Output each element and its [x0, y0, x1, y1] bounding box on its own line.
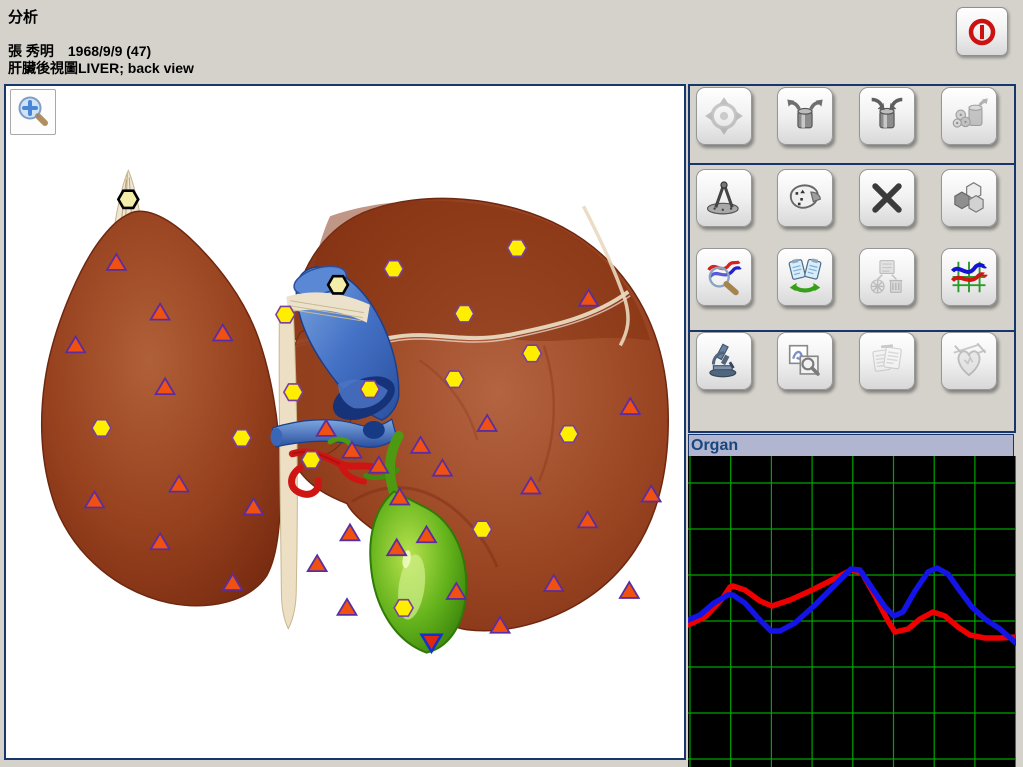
- crosshair-rotate-icon: [704, 96, 744, 136]
- container-pour-out-icon: [785, 96, 825, 136]
- triangle-marker[interactable]: [341, 524, 360, 540]
- organ-view-label: 肝臟後視圖LIVER; back view: [8, 58, 194, 78]
- container-pour-in-icon: [867, 96, 907, 136]
- organ-panel-label: Organ: [691, 437, 738, 454]
- marker-layer: [6, 86, 684, 758]
- delete-x-icon: [867, 178, 907, 218]
- analyze-waves-magnifier-icon: [704, 257, 744, 297]
- triangle-marker[interactable]: [107, 254, 126, 270]
- triangle-marker[interactable]: [578, 511, 597, 527]
- triangle-marker[interactable]: [66, 337, 85, 353]
- triangle-marker[interactable]: [579, 290, 598, 306]
- hexagon-markers-icon: [949, 178, 989, 218]
- hexagon-marker[interactable]: [473, 521, 492, 537]
- triangle-marker[interactable]: [621, 398, 640, 414]
- wave-grid-chart-icon: [949, 257, 989, 297]
- close-button[interactable]: [956, 7, 1008, 56]
- hexagon-marker[interactable]: [276, 306, 295, 322]
- triangle-marker[interactable]: [544, 575, 563, 591]
- hexagon-marker[interactable]: [232, 430, 251, 446]
- triangle-marker[interactable]: [433, 460, 452, 476]
- triangle-marker[interactable]: [85, 492, 104, 508]
- triangle-marker[interactable]: [642, 486, 661, 502]
- hexagon-marker-selected[interactable]: [328, 276, 348, 293]
- tool-button-clipboard-recycle[interactable]: [859, 248, 915, 306]
- triangle-marker[interactable]: [244, 499, 263, 515]
- hexagon-marker[interactable]: [394, 600, 413, 616]
- triangle-marker[interactable]: [411, 437, 430, 453]
- tool-button-microscope[interactable]: [696, 332, 752, 390]
- tool-button-crosshair-rotate[interactable]: [696, 87, 752, 145]
- tool-button-notes[interactable]: [859, 332, 915, 390]
- triangle-down-marker[interactable]: [422, 635, 442, 652]
- tool-button-select-region[interactable]: [777, 169, 833, 227]
- triangle-marker[interactable]: [390, 489, 409, 505]
- hexagon-marker[interactable]: [384, 261, 403, 277]
- notes-icon: [867, 341, 907, 381]
- triangle-marker[interactable]: [478, 415, 497, 431]
- image-preview-icon: [785, 341, 825, 381]
- zoom-tool-button[interactable]: [10, 89, 56, 135]
- hexagon-marker[interactable]: [508, 240, 527, 256]
- tool-button-delete[interactable]: [859, 169, 915, 227]
- triangle-marker[interactable]: [170, 476, 189, 492]
- triangle-marker[interactable]: [491, 617, 510, 633]
- tool-button-heart-grid[interactable]: [941, 332, 997, 390]
- triangle-marker[interactable]: [317, 420, 336, 436]
- anatomy-canvas[interactable]: [4, 84, 686, 760]
- hexagon-marker[interactable]: [559, 426, 578, 442]
- triangle-marker[interactable]: [213, 325, 232, 341]
- hexagon-marker[interactable]: [445, 371, 464, 387]
- zoom-in-magnifier-icon: [14, 93, 52, 131]
- container-specimen-icon: [949, 96, 989, 136]
- clipboard-recycle-icon: [867, 257, 907, 297]
- triangle-marker[interactable]: [521, 478, 540, 494]
- heart-grid-icon: [949, 341, 989, 381]
- triangle-marker[interactable]: [387, 539, 406, 555]
- hexagon-marker[interactable]: [302, 452, 321, 468]
- hexagon-marker-selected[interactable]: [118, 191, 138, 208]
- select-region-icon: [785, 178, 825, 218]
- triangle-marker[interactable]: [338, 599, 357, 615]
- triangle-marker[interactable]: [417, 526, 436, 542]
- tool-button-compare[interactable]: [777, 248, 833, 306]
- compare-clipboards-icon: [785, 257, 825, 297]
- hexagon-marker[interactable]: [522, 345, 541, 361]
- tool-button-wave-chart[interactable]: [941, 248, 997, 306]
- triangle-marker[interactable]: [343, 442, 362, 458]
- tool-button-pour-out[interactable]: [777, 87, 833, 145]
- hexagon-marker[interactable]: [284, 384, 303, 400]
- microscope-icon: [704, 341, 744, 381]
- tool-button-hexagon-markers[interactable]: [941, 169, 997, 227]
- triangle-marker[interactable]: [156, 378, 175, 394]
- measure-caliper-icon: [704, 178, 744, 218]
- triangle-marker[interactable]: [447, 583, 466, 599]
- page-title: 分析: [8, 6, 38, 27]
- power-off-icon: [965, 15, 999, 49]
- triangle-marker[interactable]: [620, 582, 639, 598]
- tool-button-specimen[interactable]: [941, 87, 997, 145]
- triangle-marker[interactable]: [151, 533, 170, 549]
- hexagon-marker[interactable]: [360, 381, 379, 397]
- organ-panel-header: Organ: [688, 434, 1014, 456]
- organ-waveform-chart: [688, 456, 1016, 767]
- tool-button-image-preview[interactable]: [777, 332, 833, 390]
- hexagon-marker[interactable]: [455, 305, 474, 321]
- tool-button-pour-in[interactable]: [859, 87, 915, 145]
- hexagon-marker[interactable]: [92, 420, 111, 436]
- triangle-marker[interactable]: [223, 574, 242, 590]
- triangle-marker[interactable]: [308, 555, 327, 571]
- triangle-marker[interactable]: [369, 457, 388, 473]
- triangle-marker[interactable]: [151, 304, 170, 320]
- tool-button-analyze-waves[interactable]: [696, 248, 752, 306]
- tool-button-measure[interactable]: [696, 169, 752, 227]
- panel-separator: [690, 163, 1014, 165]
